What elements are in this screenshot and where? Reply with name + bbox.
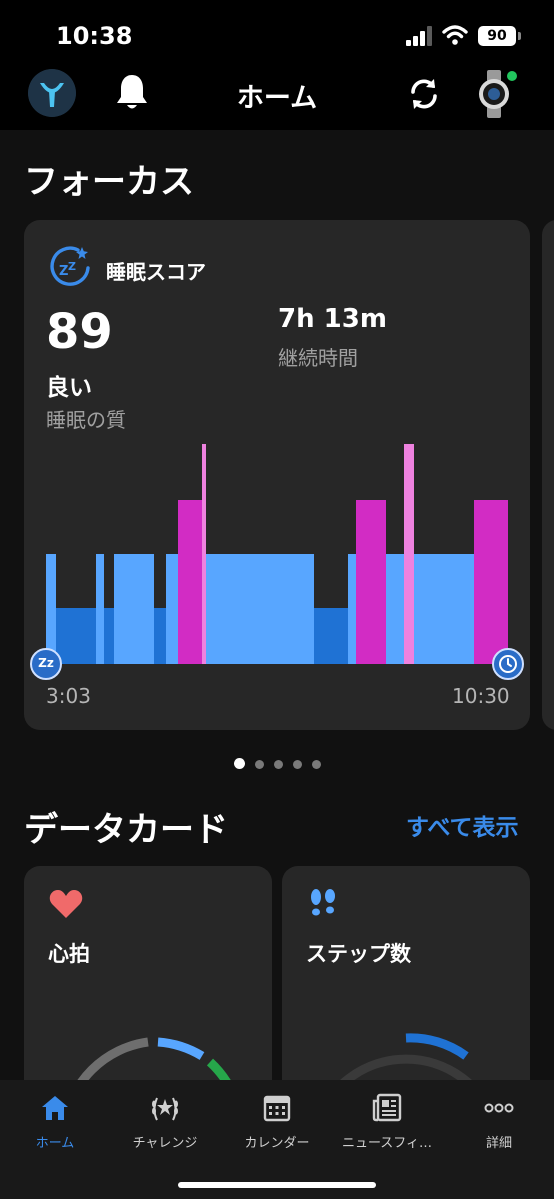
steps-card[interactable]: ステップ数: [282, 866, 530, 1080]
sleep-stage-chart: [46, 444, 508, 664]
heart-rate-card[interactable]: 心拍: [24, 866, 272, 1080]
wifi-icon: [442, 25, 468, 45]
awake-segment: [404, 444, 414, 664]
home-indicator[interactable]: [178, 1182, 376, 1188]
next-focus-card[interactable]: [542, 220, 554, 730]
sleep-start-marker-glyph: Zz: [38, 656, 54, 670]
light-sleep-segment: [206, 554, 230, 664]
pager-dot[interactable]: [233, 758, 245, 769]
rem-sleep-segment: [178, 500, 202, 664]
rem-sleep-segment: [474, 500, 508, 664]
home-icon: [42, 1096, 68, 1120]
home-content[interactable]: フォーカス Z Z 睡眠スコア 89 良い 睡眠の質 7h 13m 継続時間 Z…: [0, 130, 554, 1080]
see-all-link[interactable]: すべて表示: [406, 808, 518, 842]
data-cards-section-title: データカード: [24, 810, 228, 850]
sleep-end-time: 10:30: [452, 684, 510, 708]
app-header: ホーム: [0, 60, 554, 130]
light-sleep-segment: [166, 554, 180, 664]
awake-segment: [202, 444, 206, 664]
light-sleep-segment: [414, 554, 474, 664]
pager-dot[interactable]: [273, 760, 283, 769]
wake-end-marker: [492, 648, 524, 680]
tab-challenges[interactable]: チャレンジ: [110, 1092, 220, 1156]
heart-rate-gauge: [77, 1037, 231, 1080]
pager-dot[interactable]: [254, 760, 264, 769]
tab-calendar-label: カレンダー: [244, 1136, 310, 1151]
laurel-icon: [152, 1097, 178, 1121]
tab-challenges-label: チャレンジ: [132, 1136, 198, 1151]
tab-home-label: ホーム: [35, 1136, 75, 1151]
heart-rate-label: 心拍: [48, 942, 90, 966]
newsfeed-icon: [372, 1093, 402, 1122]
battery-indicator: 90: [478, 26, 516, 46]
cellular-signal-icon: [406, 26, 432, 46]
steps-label: ステップ数: [306, 942, 411, 966]
sync-icon[interactable]: [404, 74, 444, 114]
heart-icon: [49, 890, 83, 918]
deep-sleep-segment: [56, 608, 96, 664]
sleep-score-value: 89: [46, 304, 113, 360]
sleep-duration-value: 7h 13m: [278, 304, 387, 334]
status-bar: 10:38 90: [0, 0, 554, 60]
focus-section-title: フォーカス: [24, 162, 194, 202]
device-connected-dot: [507, 71, 517, 81]
bottom-tab-bar: ホーム チャレンジ カレンダー ニュースフィ… 詳細: [0, 1080, 554, 1199]
sleep-start-time: 3:03: [46, 684, 91, 708]
page-title: ホーム: [236, 83, 318, 114]
more-icon: [484, 1103, 514, 1113]
focus-pager[interactable]: [0, 754, 554, 769]
footsteps-icon: [311, 889, 335, 916]
light-sleep-segment: [96, 554, 104, 664]
sleep-start-marker: Zz: [30, 648, 62, 680]
tab-newsfeed[interactable]: ニュースフィ…: [332, 1092, 442, 1156]
light-sleep-segment: [386, 554, 404, 664]
light-sleep-segment: [114, 554, 154, 664]
tab-home[interactable]: ホーム: [0, 1092, 110, 1156]
pager-dot[interactable]: [292, 760, 302, 769]
sleep-icon: Z Z: [50, 246, 90, 286]
svg-text:Z: Z: [68, 260, 76, 273]
steps-gauge: [340, 1033, 472, 1080]
deep-sleep-segment: [104, 608, 114, 664]
calendar-icon: [263, 1095, 291, 1122]
deep-sleep-segment: [154, 608, 166, 664]
clock-icon: [499, 655, 517, 673]
light-sleep-segment: [230, 554, 314, 664]
battery-cap: [518, 32, 521, 40]
tab-newsfeed-label: ニュースフィ…: [341, 1136, 433, 1151]
tab-calendar[interactable]: カレンダー: [222, 1092, 332, 1156]
tab-more[interactable]: 詳細: [444, 1092, 554, 1156]
sleep-quality-value: 良い: [46, 375, 92, 401]
status-time: 10:38: [56, 22, 133, 50]
deep-sleep-segment: [314, 608, 348, 664]
light-sleep-segment: [348, 554, 356, 664]
rem-sleep-segment: [356, 500, 386, 664]
sleep-score-label: 睡眠スコア: [106, 260, 206, 284]
pager-dot[interactable]: [311, 760, 321, 769]
sleep-duration-label: 継続時間: [278, 346, 358, 370]
tab-more-label: 詳細: [485, 1136, 512, 1151]
sleep-score-card[interactable]: Z Z 睡眠スコア 89 良い 睡眠の質 7h 13m 継続時間 Zz 3:03…: [24, 220, 530, 730]
sleep-quality-label: 睡眠の質: [46, 408, 126, 432]
